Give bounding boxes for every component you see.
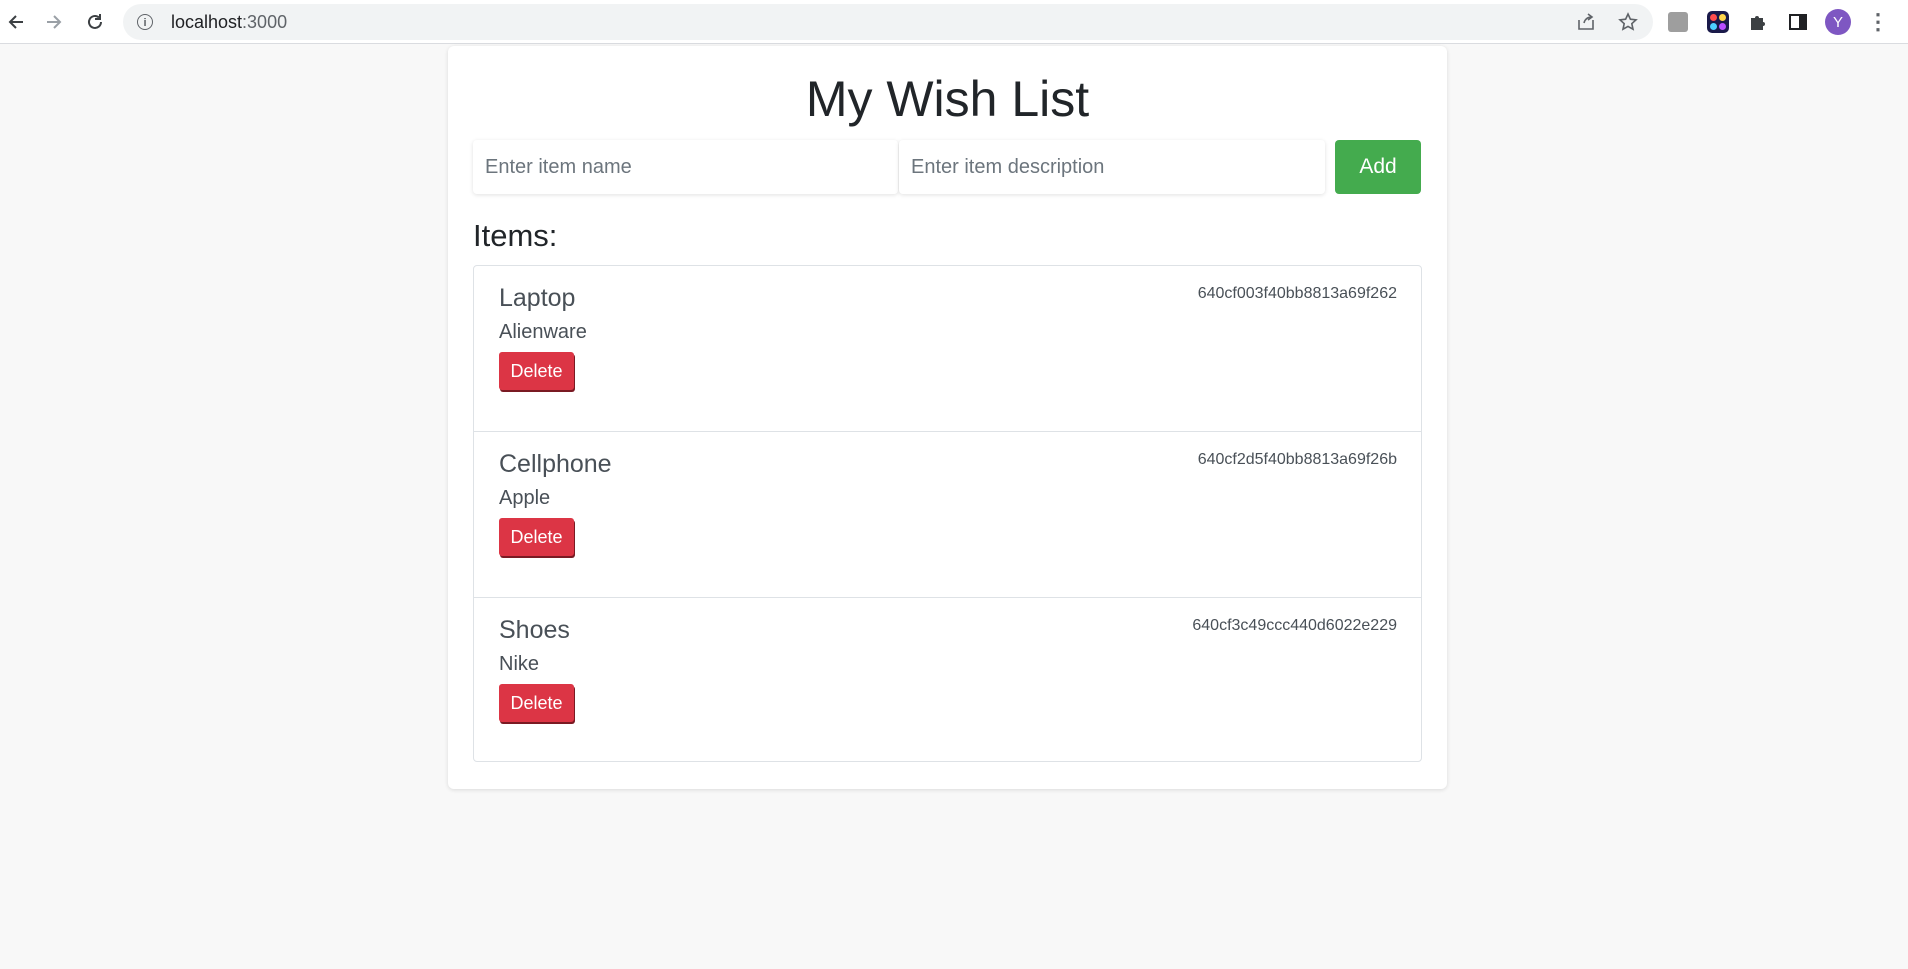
url-text: localhost:3000	[171, 11, 288, 32]
share-icon[interactable]	[1575, 11, 1597, 33]
item-id: 640cf003f40bb8813a69f262	[1197, 285, 1397, 302]
page-title: My Wish List	[805, 71, 1090, 127]
back-arrow-icon[interactable]	[0, 4, 34, 40]
site-info-icon[interactable]: i	[137, 14, 153, 30]
item-name: Cellphone	[499, 450, 612, 478]
item-id: 640cf2d5f40bb8813a69f26b	[1197, 451, 1397, 468]
delete-button[interactable]: Delete	[499, 684, 574, 722]
forward-arrow-icon[interactable]	[36, 4, 72, 40]
list-item: Cellphone 640cf2d5f40bb8813a69f26b Apple…	[474, 432, 1421, 598]
reload-icon[interactable]	[77, 4, 113, 40]
add-button[interactable]: Add	[1335, 140, 1421, 194]
item-name: Shoes	[499, 616, 570, 644]
menu-kebab-icon[interactable]: ⋮	[1865, 9, 1891, 35]
item-description: Nike	[499, 653, 540, 675]
extension-icon[interactable]	[1665, 9, 1691, 35]
items-heading: Items:	[473, 218, 558, 253]
item-description-input[interactable]	[899, 140, 1325, 194]
items-list: Laptop 640cf003f40bb8813a69f262 Alienwar…	[473, 265, 1422, 762]
side-panel-icon[interactable]	[1785, 9, 1811, 35]
item-description: Apple	[499, 487, 551, 509]
bookmark-star-icon[interactable]	[1617, 11, 1639, 33]
list-item: Laptop 640cf003f40bb8813a69f262 Alienwar…	[474, 266, 1421, 432]
add-item-form: Add	[473, 140, 1422, 194]
wish-list-card: My Wish List Add Items: Laptop 640cf003f…	[448, 46, 1447, 789]
item-name: Laptop	[499, 284, 576, 312]
delete-button[interactable]: Delete	[499, 518, 574, 556]
list-item: Shoes 640cf3c49ccc440d6022e229 Nike Dele…	[474, 598, 1421, 761]
avatar[interactable]: Y	[1825, 9, 1851, 35]
item-description: Alienware	[499, 321, 587, 343]
extension-icon[interactable]	[1705, 9, 1731, 35]
delete-button[interactable]: Delete	[499, 352, 574, 390]
browser-toolbar: i localhost:3000 Y ⋮	[0, 0, 1908, 44]
item-id: 640cf3c49ccc440d6022e229	[1192, 617, 1397, 634]
address-bar[interactable]: i localhost:3000	[123, 4, 1653, 40]
puzzle-icon[interactable]	[1745, 9, 1771, 35]
item-name-input[interactable]	[473, 140, 898, 194]
